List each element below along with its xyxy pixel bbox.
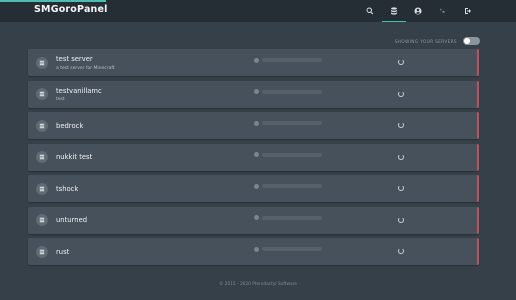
server-icon-badge (36, 214, 48, 226)
server-rack-icon (39, 249, 45, 254)
server-card[interactable]: rust (28, 238, 479, 265)
loading-accent-bar (0, 0, 106, 2)
server-icon-badge (36, 182, 48, 195)
server-card[interactable]: nukkit test (28, 143, 479, 171)
server-name: test server (56, 55, 93, 63)
account-icon (414, 7, 422, 15)
footer-copyright: © 2015 - 2020 Pterodactyl Software (219, 282, 297, 287)
server-status-indicator (477, 175, 479, 202)
loading-spinner-icon (398, 90, 404, 97)
server-status-indicator (477, 49, 479, 76)
nav-servers[interactable] (382, 0, 406, 22)
loading-spinner-icon (398, 248, 404, 254)
network-icon (254, 215, 259, 220)
search-icon (366, 7, 374, 15)
toggle-knob (464, 38, 470, 44)
server-icon-badge (36, 119, 48, 132)
redacted-address-block (262, 152, 322, 157)
server-icon-badge (36, 151, 48, 163)
server-name: bedrock (56, 121, 84, 130)
servers-database-icon (391, 7, 397, 15)
redacted-address-block (262, 58, 322, 62)
server-address-redacted (254, 152, 326, 158)
server-icon-badge (36, 245, 48, 258)
server-name: rust (56, 247, 70, 256)
brand-logo-text[interactable]: SMGoroPanel (34, 4, 108, 15)
server-card[interactable]: tshock (28, 175, 479, 202)
loading-spinner-icon (398, 122, 404, 128)
server-address-redacted (254, 89, 326, 95)
loading-spinner-icon (398, 153, 404, 160)
network-icon (254, 89, 259, 94)
server-status-indicator (477, 80, 479, 108)
redacted-address-block (262, 121, 322, 125)
show-all-servers-toggle[interactable] (463, 37, 480, 45)
network-icon (254, 57, 259, 63)
server-address-redacted (254, 215, 326, 221)
redacted-address-block (262, 247, 322, 251)
server-status-indicator (477, 143, 479, 171)
server-card[interactable]: bedrock (28, 112, 479, 139)
server-status-indicator (477, 112, 479, 139)
server-name: unturned (56, 216, 88, 224)
network-icon (254, 152, 259, 157)
server-status-indicator (477, 238, 479, 265)
server-name: tshock (56, 184, 79, 193)
loading-spinner-icon (398, 216, 404, 223)
server-card[interactable]: test server a test server for Minecraft (28, 49, 479, 76)
server-name: nukkit test (56, 153, 93, 161)
server-rack-icon (39, 123, 45, 128)
server-rack-icon (39, 186, 45, 191)
server-rack-icon (39, 154, 45, 160)
nav-account[interactable] (406, 0, 430, 22)
server-rack-icon (39, 91, 45, 97)
network-icon (254, 183, 259, 189)
server-address-redacted (254, 120, 326, 126)
redacted-address-block (262, 89, 322, 94)
filter-toggle-label: SHOWING YOUR SERVERS (394, 38, 457, 44)
server-name: testvanillamc (56, 86, 102, 95)
server-card[interactable]: testvanillamc test (28, 80, 479, 108)
server-rack-icon (39, 217, 45, 223)
nav-search[interactable] (358, 0, 382, 22)
logout-icon (465, 8, 471, 14)
redacted-address-block (262, 184, 322, 188)
loading-spinner-icon (398, 59, 404, 65)
server-address-redacted (254, 246, 326, 252)
server-address-redacted (254, 183, 326, 189)
server-icon-badge (36, 88, 48, 100)
server-rack-icon (39, 60, 45, 65)
redacted-address-block (262, 215, 322, 220)
server-filter-row: SHOWING YOUR SERVERS (395, 36, 480, 46)
server-icon-badge (36, 56, 48, 69)
server-card[interactable]: unturned (28, 206, 479, 234)
server-description: test (56, 97, 65, 102)
network-icon (254, 120, 259, 126)
top-navigation-bar: SMGoroPanel (0, 0, 516, 22)
nav-admin-settings[interactable] (430, 0, 454, 22)
network-icon (254, 246, 259, 252)
loading-spinner-icon (398, 185, 404, 191)
server-description: a test server for Minecraft (56, 65, 115, 71)
nav-logout[interactable] (456, 0, 480, 22)
server-address-redacted (254, 57, 326, 63)
settings-cogs-icon (439, 8, 445, 14)
server-status-indicator (477, 206, 479, 234)
